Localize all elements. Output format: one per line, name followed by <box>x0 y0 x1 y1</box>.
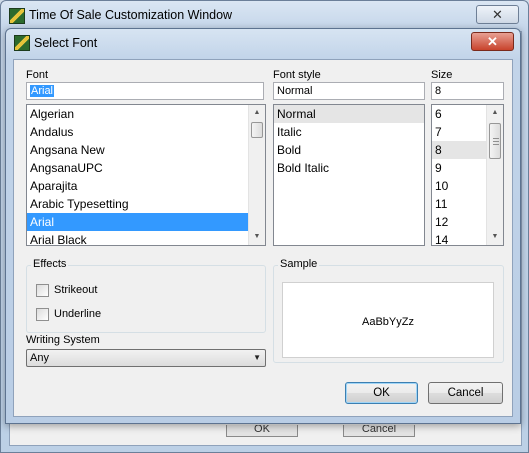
list-item[interactable]: Normal <box>274 105 424 123</box>
ok-button[interactable]: OK <box>345 382 418 404</box>
effects-group <box>26 265 266 333</box>
cancel-button[interactable]: Cancel <box>428 382 503 404</box>
writing-system-label: Writing System <box>26 334 100 346</box>
sample-preview: AaBbYyZz <box>282 282 494 358</box>
font-style-label: Font style <box>273 69 321 81</box>
underline-label[interactable]: Underline <box>54 308 101 320</box>
underline-checkbox[interactable] <box>36 308 49 321</box>
list-item[interactable]: Aparajita <box>27 177 248 195</box>
list-item[interactable]: Arabic Typesetting <box>27 195 248 213</box>
writing-system-value: Any <box>30 352 49 364</box>
scroll-thumb[interactable] <box>251 122 263 138</box>
app-icon <box>9 8 25 24</box>
list-item[interactable]: Algerian <box>27 105 248 123</box>
list-item[interactable]: 9 <box>432 159 486 177</box>
size-list[interactable]: 6 7 8 9 10 11 12 14 ▲ ▼ <box>431 104 504 246</box>
dialog-icon <box>14 35 30 51</box>
dialog-title: Select Font <box>34 36 98 50</box>
font-input-value: Arial <box>30 85 55 97</box>
dialog-close-button[interactable]: ✕ <box>471 32 514 51</box>
size-input[interactable]: 8 <box>431 82 504 100</box>
strikeout-label[interactable]: Strikeout <box>54 284 97 296</box>
strikeout-checkbox[interactable] <box>36 284 49 297</box>
font-list-scrollbar[interactable]: ▲ ▼ <box>248 105 265 245</box>
size-label: Size <box>431 69 453 81</box>
list-item[interactable]: 12 <box>432 213 486 231</box>
font-style-list[interactable]: Normal Italic Bold Bold Italic <box>273 104 425 246</box>
list-item[interactable]: 14 <box>432 231 486 245</box>
outer-ok-button[interactable]: OK <box>226 425 298 437</box>
scroll-up-icon[interactable]: ▲ <box>249 105 265 121</box>
font-style-input[interactable]: Normal <box>273 82 425 100</box>
list-item[interactable]: 6 <box>432 105 486 123</box>
list-item[interactable]: Angsana New <box>27 141 248 159</box>
list-item[interactable]: Arial Black <box>27 231 248 245</box>
chevron-down-icon: ▼ <box>253 353 261 362</box>
effects-label: Effects <box>31 258 69 270</box>
outer-window-title: Time Of Sale Customization Window <box>29 8 233 22</box>
outer-cancel-button[interactable]: Cancel <box>343 425 415 437</box>
select-font-dialog: Select Font ✕ Font Arial Algerian Andalus… <box>5 28 521 424</box>
sample-label: Sample <box>278 258 320 270</box>
list-item[interactable]: Andalus <box>27 123 248 141</box>
list-item[interactable]: Italic <box>274 123 424 141</box>
font-list[interactable]: Algerian Andalus Angsana New AngsanaUPC Apar… <box>26 104 266 246</box>
scroll-down-icon[interactable]: ▼ <box>487 229 503 245</box>
list-item[interactable]: 10 <box>432 177 486 195</box>
outer-close-button[interactable]: ✕ <box>476 5 519 24</box>
dialog-client: Font Arial Algerian Andalus Angsana New Ang… <box>13 59 513 417</box>
sample-text: AaBbYyZz <box>362 316 414 328</box>
writing-system-select[interactable]: Any ▼ <box>26 349 266 367</box>
list-item[interactable]: 8 <box>432 141 486 159</box>
font-input[interactable]: Arial <box>26 82 264 100</box>
list-item[interactable]: Bold <box>274 141 424 159</box>
scroll-up-icon[interactable]: ▲ <box>487 105 503 121</box>
list-item[interactable]: Bold Italic <box>274 159 424 177</box>
list-item[interactable]: Arial <box>27 213 248 231</box>
list-item[interactable]: 11 <box>432 195 486 213</box>
list-item[interactable]: AngsanaUPC <box>27 159 248 177</box>
size-list-scrollbar[interactable]: ▲ ▼ <box>486 105 503 245</box>
list-item[interactable]: 7 <box>432 123 486 141</box>
scroll-thumb[interactable] <box>489 123 501 159</box>
scroll-down-icon[interactable]: ▼ <box>249 229 265 245</box>
font-label: Font <box>26 69 49 81</box>
